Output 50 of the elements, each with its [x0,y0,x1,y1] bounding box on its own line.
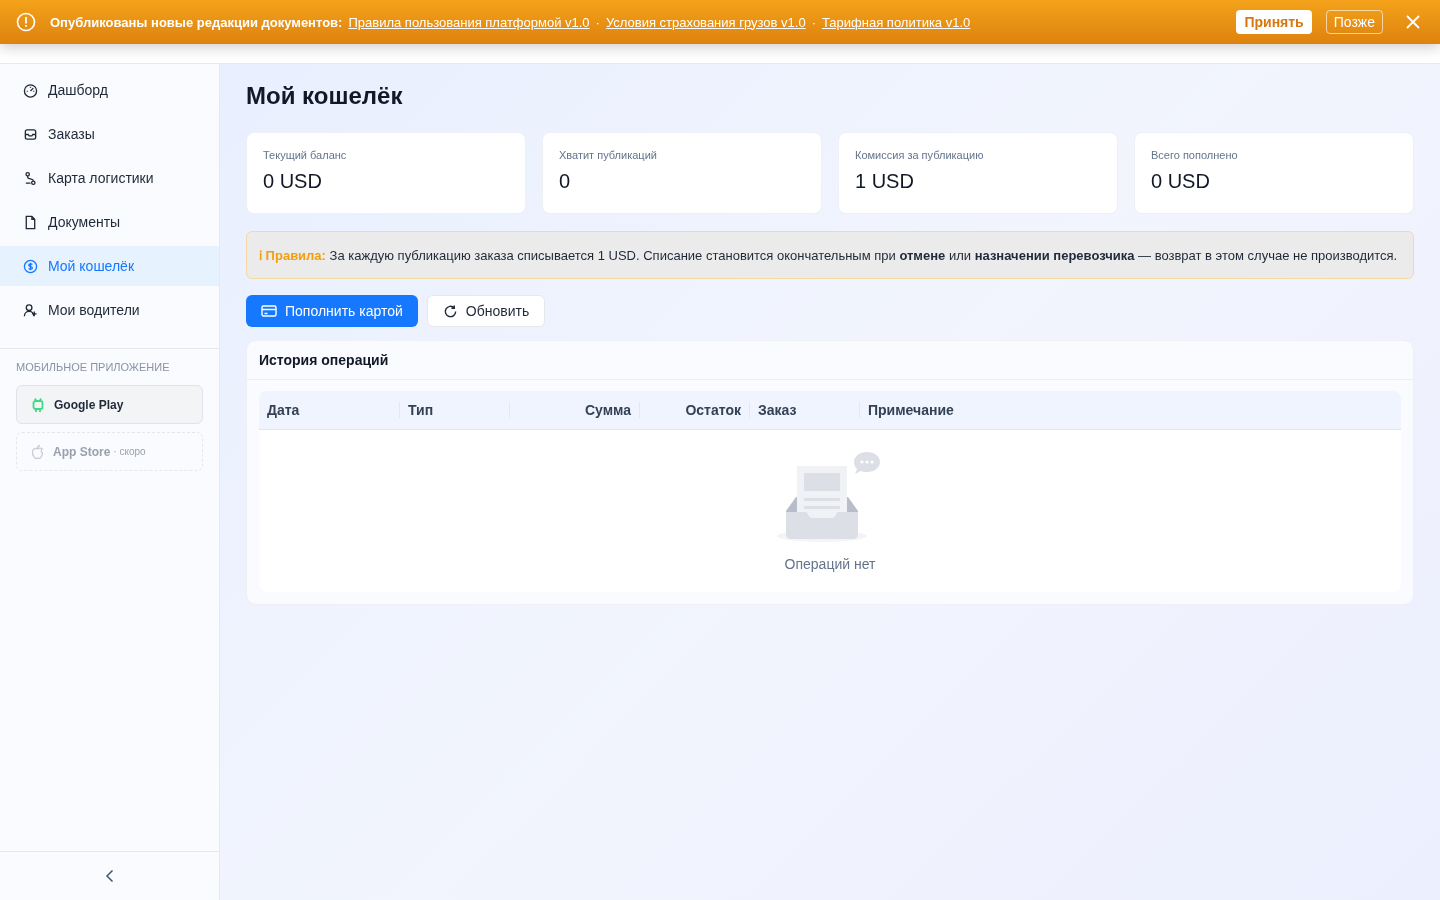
section-heading: МОБИЛЬНОЕ ПРИЛОЖЕНИЕ [16,361,171,373]
inbox-icon [23,126,38,142]
users-icon [23,302,38,318]
column-header: Примечание [859,402,1401,418]
stat-label: Комиссия за публикацию [855,149,985,161]
close-icon[interactable] [1406,15,1420,29]
alert-icon [16,12,36,32]
document-icon [23,214,38,230]
page-title: Мой кошелёк [246,82,404,110]
sidebar-item[interactable]: Мой кошелёк [0,246,219,286]
document-link[interactable]: Условия страхования грузов v1.0 [605,14,806,30]
banner-message: Опубликованы новые редакции документов: [50,14,343,30]
column-header: Остаток [639,402,749,418]
later-button[interactable]: Позже [1325,10,1383,34]
route-icon [23,170,38,186]
top-up-button[interactable]: Пополнить картой [246,295,418,327]
separator: · [811,14,816,30]
column-header: Заказ [749,402,859,418]
sidebar-item[interactable]: Мои водители [0,290,219,330]
android-icon [30,396,46,413]
apple-icon [30,443,45,460]
rules-label: ℹ Правила: [259,248,326,263]
sidebar-item[interactable]: Заказы [0,114,219,154]
panel-title: История операций [247,341,1413,380]
rules-text: За каждую публикацию заказа списывается 1 USD. Списание становится окончательным при отмене или назначении перевозчика — возврат в этом случае не производится. [329,248,1398,263]
stat-value: 0 USD [263,170,323,193]
app-store-button[interactable]: Google Play [16,385,203,424]
stat-value: 0 USD [1151,170,1211,193]
collapse-icon[interactable] [104,869,115,883]
sidebar-item[interactable]: Дашборд [0,70,219,110]
empty-message: Операций нет [784,556,876,572]
card-icon [261,304,277,318]
dollar-icon [23,258,38,274]
column-header: Тип [399,402,509,418]
column-header: Сумма [509,402,639,418]
refresh-icon [442,303,458,319]
sidebar-item[interactable]: Карта логистики [0,158,219,198]
accept-button[interactable]: Принять [1236,10,1312,34]
stat-label: Хватит публикаций [559,149,658,161]
stat-label: Текущий баланс [263,149,348,161]
document-link[interactable]: Тарифная политика v1.0 [822,14,971,30]
gauge-icon [23,82,38,98]
separator: · [595,14,600,30]
sidebar-item[interactable]: Документы [0,202,219,242]
stat-label: Всего пополнено [1151,149,1239,161]
stat-value: 1 USD [855,170,915,193]
stat-value: 0 [559,170,572,193]
document-link[interactable]: Правила пользования платформой v1.0 [348,14,590,30]
column-header: Дата [266,402,301,418]
refresh-button[interactable]: Обновить [426,295,546,327]
